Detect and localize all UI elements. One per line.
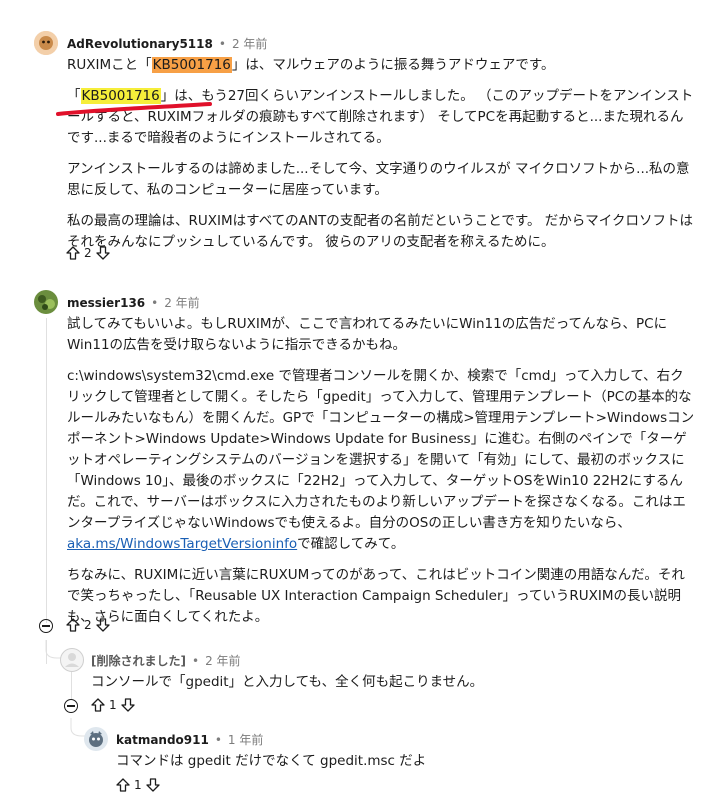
timestamp[interactable]: 2 年前 bbox=[232, 35, 267, 52]
avatar[interactable] bbox=[34, 290, 58, 314]
username[interactable]: AdRevolutionary5118 bbox=[67, 37, 213, 51]
comment-actions: 2 bbox=[66, 618, 110, 632]
upvote-icon[interactable] bbox=[66, 246, 80, 260]
thread-line bbox=[46, 318, 47, 623]
timestamp[interactable]: 1 年前 bbox=[228, 731, 263, 748]
upvote-icon[interactable] bbox=[66, 618, 80, 632]
paragraph: ちなみに、RUXIMに近い言葉にRUXUMってのがあって、これはビットコイン関連… bbox=[67, 567, 685, 625]
comment-actions: 2 bbox=[66, 246, 110, 260]
username[interactable]: messier136 bbox=[67, 296, 145, 310]
comment-body: コマンドは gpedit だけでなくて gpedit.msc だよ bbox=[116, 751, 696, 782]
avatar[interactable] bbox=[84, 727, 108, 751]
vote-count: 2 bbox=[84, 246, 92, 260]
avatar[interactable] bbox=[34, 31, 58, 55]
paragraph: コマンドは gpedit だけでなくて gpedit.msc だよ bbox=[116, 753, 427, 769]
red-underline-annotation bbox=[56, 102, 212, 116]
comment-body: RUXIMこと「KB5001716」は、マルウェアのように振る舞うアドウェアです… bbox=[67, 55, 695, 263]
separator-dot: • bbox=[218, 36, 226, 51]
comment-body: コンソールで「gpedit」と入力しても、全く何も起こりません。 bbox=[91, 672, 691, 703]
comment-actions: 1 bbox=[116, 778, 160, 792]
paragraph: c:\windows\system32\cmd.exe で管理者コンソールを開く… bbox=[67, 368, 695, 552]
avatar bbox=[60, 648, 84, 672]
upvote-icon[interactable] bbox=[91, 698, 105, 712]
username: [削除されました] bbox=[91, 654, 186, 668]
paragraph: RUXIMこと「KB5001716」は、マルウェアのように振る舞うアドウェアです… bbox=[67, 57, 555, 73]
timestamp[interactable]: 2 年前 bbox=[205, 652, 240, 669]
vote-count: 1 bbox=[134, 778, 142, 792]
avatar-icon bbox=[34, 290, 58, 314]
downvote-icon[interactable] bbox=[120, 698, 135, 712]
collapse-thread-button[interactable] bbox=[64, 699, 78, 713]
thread-line bbox=[71, 672, 72, 700]
paragraph: 試してみてもいいよ。もしRUXIMが、ここで言われてるみたいにWin11の広告だ… bbox=[67, 316, 668, 353]
avatar-icon bbox=[84, 727, 108, 751]
paragraph: 私の最高の理論は、RUXIMはすべてのANTの支配者の名前だということです。 だ… bbox=[67, 213, 693, 250]
username[interactable]: katmando911 bbox=[116, 733, 209, 747]
downvote-icon[interactable] bbox=[95, 246, 110, 260]
separator-dot: • bbox=[191, 653, 200, 668]
vote-count: 1 bbox=[109, 698, 117, 712]
paragraph: コンソールで「gpedit」と入力しても、全く何も起こりません。 bbox=[91, 674, 484, 690]
target-version-link[interactable]: aka.ms/WindowsTargetVersioninfo bbox=[67, 536, 297, 552]
separator-dot: • bbox=[214, 732, 222, 747]
paragraph: アンインストールするのは諦めました...そして今、文字通りのウイルスが マイクロ… bbox=[67, 161, 690, 198]
timestamp[interactable]: 2 年前 bbox=[164, 294, 199, 311]
separator-dot: • bbox=[151, 295, 159, 310]
deleted-user-avatar-icon bbox=[60, 648, 84, 672]
downvote-icon[interactable] bbox=[145, 778, 160, 792]
comment-body: 試してみてもいいよ。もしRUXIMが、ここで言われてるみたいにWin11の広告だ… bbox=[67, 314, 695, 638]
downvote-icon[interactable] bbox=[95, 618, 110, 632]
avatar-icon bbox=[34, 31, 58, 55]
upvote-icon[interactable] bbox=[116, 778, 130, 792]
highlighted-kb: KB5001716 bbox=[151, 57, 232, 73]
collapse-thread-button[interactable] bbox=[39, 619, 53, 633]
vote-count: 2 bbox=[84, 618, 92, 632]
comment-actions: 1 bbox=[91, 698, 135, 712]
